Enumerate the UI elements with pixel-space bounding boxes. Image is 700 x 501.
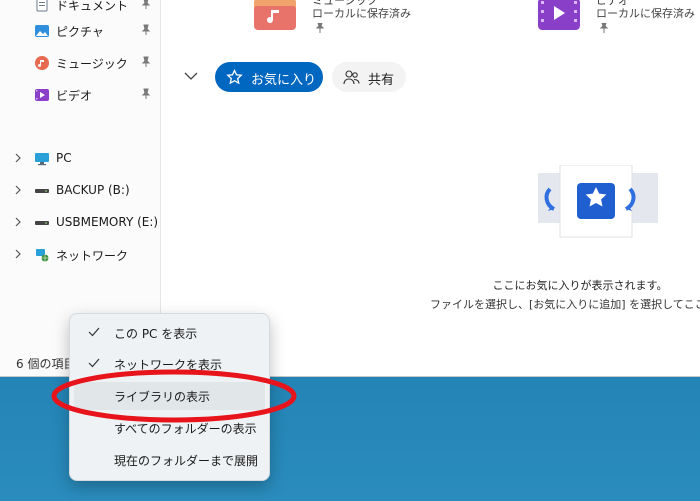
menu-item-show-libraries[interactable]: ライブラリの表示 [74,382,265,410]
network-icon [36,249,49,262]
drive-icon [35,189,49,193]
favorites-empty-illustration [538,165,658,238]
context-menu: この PC を表示 ネットワークを表示 ライブラリの表示 すべてのフォルダーの表… [69,313,270,481]
tab-favorites[interactable]: お気に入り [215,62,323,92]
menu-item-label: ライブラリの表示 [114,390,211,404]
pin-icon [141,88,151,99]
pc-icon [35,153,49,166]
documents-icon [36,0,48,12]
pin-icon [141,0,151,9]
status-item-count: 6 個の項目 [16,357,76,371]
menu-item-show-network[interactable]: ネットワークを表示 [74,350,265,378]
chevron-down-icon[interactable] [184,70,198,82]
music-folder-icon [254,0,296,30]
pin-icon [141,24,151,35]
checkmark-icon [88,358,100,368]
music-icon [35,56,49,70]
sidebar-item-usb-drive[interactable]: USBMEMORY (E:) [0,211,160,235]
menu-item-expand-to-current-folder[interactable]: 現在のフォルダーまで展開 [74,446,265,474]
menu-item-label: この PC を表示 [114,327,198,341]
checkmark-icon [88,327,100,337]
sidebar-item-label: ネットワーク [56,249,129,263]
menu-item-label: すべてのフォルダーの表示 [114,422,257,436]
sidebar-item-label: USBMEMORY (E:) [56,215,159,229]
menu-item-label: ネットワークを表示 [114,358,223,372]
sidebar-item-network[interactable]: ネットワーク [0,243,160,267]
empty-state-title: ここにお気に入りが表示されます。 [492,279,668,292]
sidebar-item-music[interactable]: ミュージック [0,51,160,75]
tab-label: お気に入り [251,73,317,88]
chevron-right-icon[interactable] [14,217,22,227]
sidebar-item-label: ミュージック [56,57,128,71]
sidebar-item-label: BACKUP (B:) [56,183,130,197]
menu-item-show-this-pc[interactable]: この PC を表示 [74,319,265,347]
file-status: ローカルに保存済み [596,7,695,20]
people-icon [343,70,360,85]
file-status: ローカルに保存済み [312,7,411,20]
menu-item-show-all-folders[interactable]: すべてのフォルダーの表示 [74,414,265,442]
tab-label: 共有 [368,73,395,88]
videos-icon [35,89,49,101]
menu-item-label: 現在のフォルダーまで展開 [114,454,259,468]
pin-icon [141,56,151,67]
sidebar-item-label: ビデオ [56,89,93,103]
sidebar-item-pc[interactable]: PC [0,147,160,171]
sidebar-item-backup-drive[interactable]: BACKUP (B:) [0,179,160,203]
sidebar-item-label: PC [56,151,72,165]
video-folder-icon [538,0,580,30]
pictures-icon [35,25,49,37]
empty-state-description: ファイルを選択し、[お気に入りに追加] を選択してここにアク [430,298,700,311]
sidebar-item-documents[interactable]: ドキュメント [0,0,160,17]
usb-drive-icon [35,221,49,225]
chevron-right-icon[interactable] [14,249,22,259]
pin-icon [600,23,608,33]
chevron-right-icon[interactable] [14,185,22,195]
pin-icon [316,23,324,33]
star-icon [226,69,243,85]
sidebar-item-pictures[interactable]: ピクチャ [0,19,160,43]
tab-shared[interactable]: 共有 [332,62,406,92]
sidebar-item-label: ドキュメント [56,0,129,13]
chevron-right-icon[interactable] [14,153,22,163]
sidebar-item-label: ピクチャ [56,25,104,39]
sidebar-item-videos[interactable]: ビデオ [0,83,160,107]
